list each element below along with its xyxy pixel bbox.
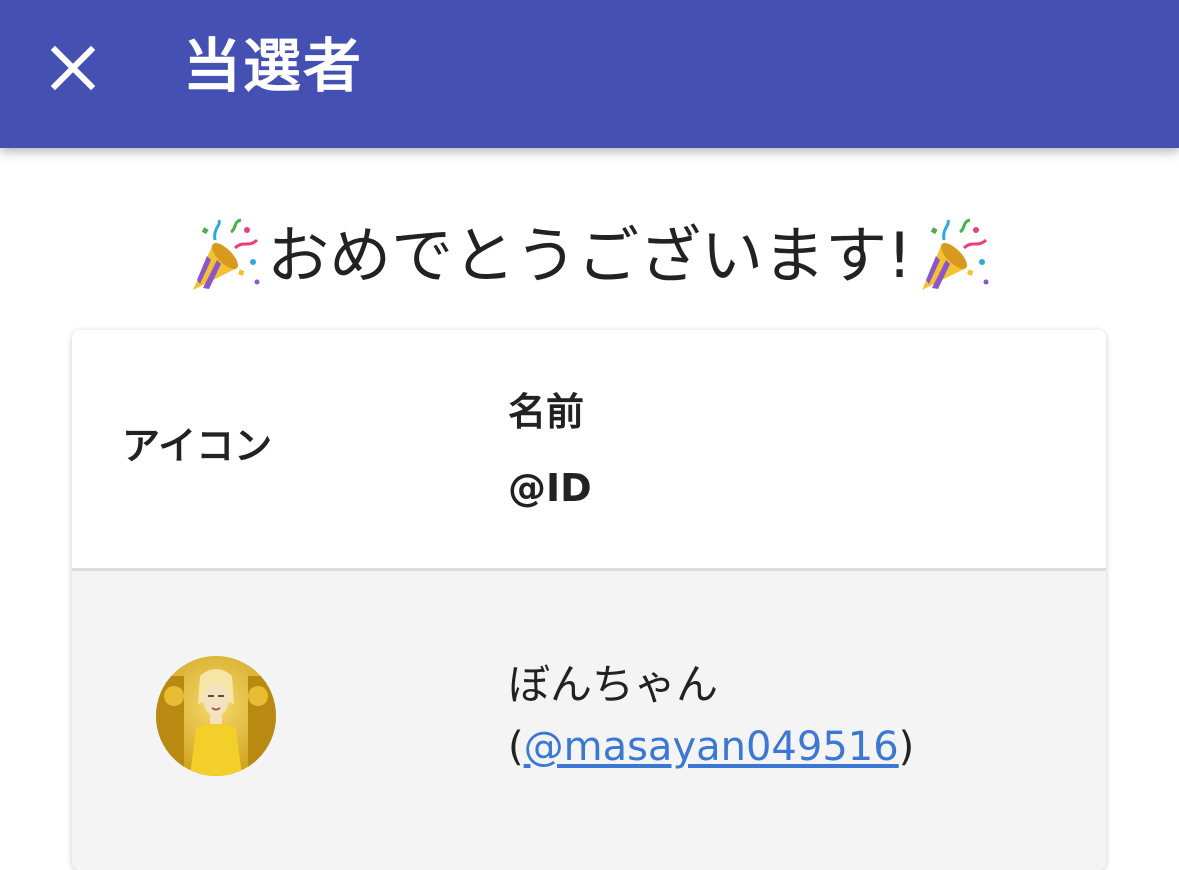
- winner-id-link[interactable]: @masayan049516: [524, 724, 899, 770]
- winner-table-card: アイコン 名前 @ID ぼんちゃん (@masayan049516): [72, 330, 1106, 870]
- avatar: [156, 656, 276, 776]
- winner-id: (@masayan049516): [508, 719, 914, 775]
- app-bar: 当選者: [0, 0, 1179, 148]
- party-popper-icon: [193, 218, 260, 290]
- column-header-name: 名前: [508, 390, 585, 434]
- winner-name: ぼんちゃん: [508, 660, 719, 709]
- winner-id-prefix: (: [508, 724, 524, 770]
- avatar-image: [156, 656, 276, 776]
- congrats-headline: おめでとうございます!: [0, 212, 1179, 300]
- page-title: 当選者: [183, 32, 364, 100]
- winner-id-suffix: ): [898, 724, 915, 770]
- column-header-icon: アイコン: [122, 424, 273, 468]
- congrats-text: おめでとうございます!: [267, 219, 912, 292]
- close-button[interactable]: [28, 23, 118, 113]
- column-header-id: @ID: [508, 466, 592, 510]
- table-row: ぼんちゃん (@masayan049516): [72, 571, 1106, 870]
- close-icon: [50, 45, 96, 91]
- table-header: アイコン 名前 @ID: [72, 330, 1106, 571]
- party-popper-icon: [921, 218, 989, 290]
